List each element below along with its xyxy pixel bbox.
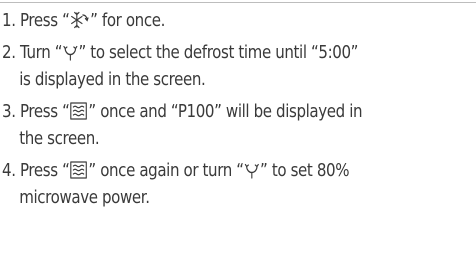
defrost-snowflake-icon (70, 9, 89, 29)
step-4-line-2: microwave power. (19, 188, 150, 208)
step-4: 4. Press “ ” once again or turn “ ” to set… (2, 158, 473, 212)
step-4-number: 4. (2, 161, 16, 181)
step-4-text-mid: ” once again or turn “ (88, 161, 244, 181)
step-3-text-post: ” once and “P100” will be displayed in (88, 102, 363, 122)
step-3-line-1: 3. Press “ ” once and “P100” will be disp… (2, 99, 473, 126)
step-1-text-pre: Press “ (19, 11, 70, 31)
step-3-number: 3. (2, 102, 16, 122)
top-divider (0, 2, 476, 3)
dial-knob-icon (63, 42, 78, 61)
step-2-line-1: 2. Turn “ ” to select the defrost time un… (2, 40, 473, 67)
step-4-text-pre: Press “ (19, 161, 70, 181)
step-3: 3. Press “ ” once and “P100” will be disp… (2, 99, 473, 153)
step-1: 1. Press “ ” for once. (2, 8, 473, 35)
dial-knob-icon (244, 160, 260, 179)
step-1-line-1: 1. Press “ ” for once. (2, 8, 473, 35)
microwave-power-icon (70, 102, 88, 120)
step-2-number: 2. (2, 43, 16, 63)
step-2: 2. Turn “ ” to select the defrost time un… (2, 40, 473, 94)
step-1-number: 1. (2, 11, 16, 31)
step-1-text-post: ” for once. (90, 11, 165, 31)
instruction-steps: 1. Press “ ” for once. 2. Turn “ ” to sele… (2, 8, 473, 212)
step-2-text-pre: Turn “ (19, 43, 63, 63)
step-2-line-2: is displayed in the screen. (19, 70, 206, 90)
instruction-page: 1. Press “ ” for once. 2. Turn “ ” to sele… (0, 0, 476, 259)
step-4-text-post: ” to set 80% (260, 161, 350, 181)
step-3-line-2: the screen. (19, 129, 100, 149)
microwave-power-icon (70, 161, 88, 179)
step-2-text-post: ” to select the defrost time until “5:00… (78, 43, 359, 63)
step-4-line-1: 4. Press “ ” once again or turn “ ” to set… (2, 158, 473, 185)
step-3-text-pre: Press “ (19, 102, 70, 122)
